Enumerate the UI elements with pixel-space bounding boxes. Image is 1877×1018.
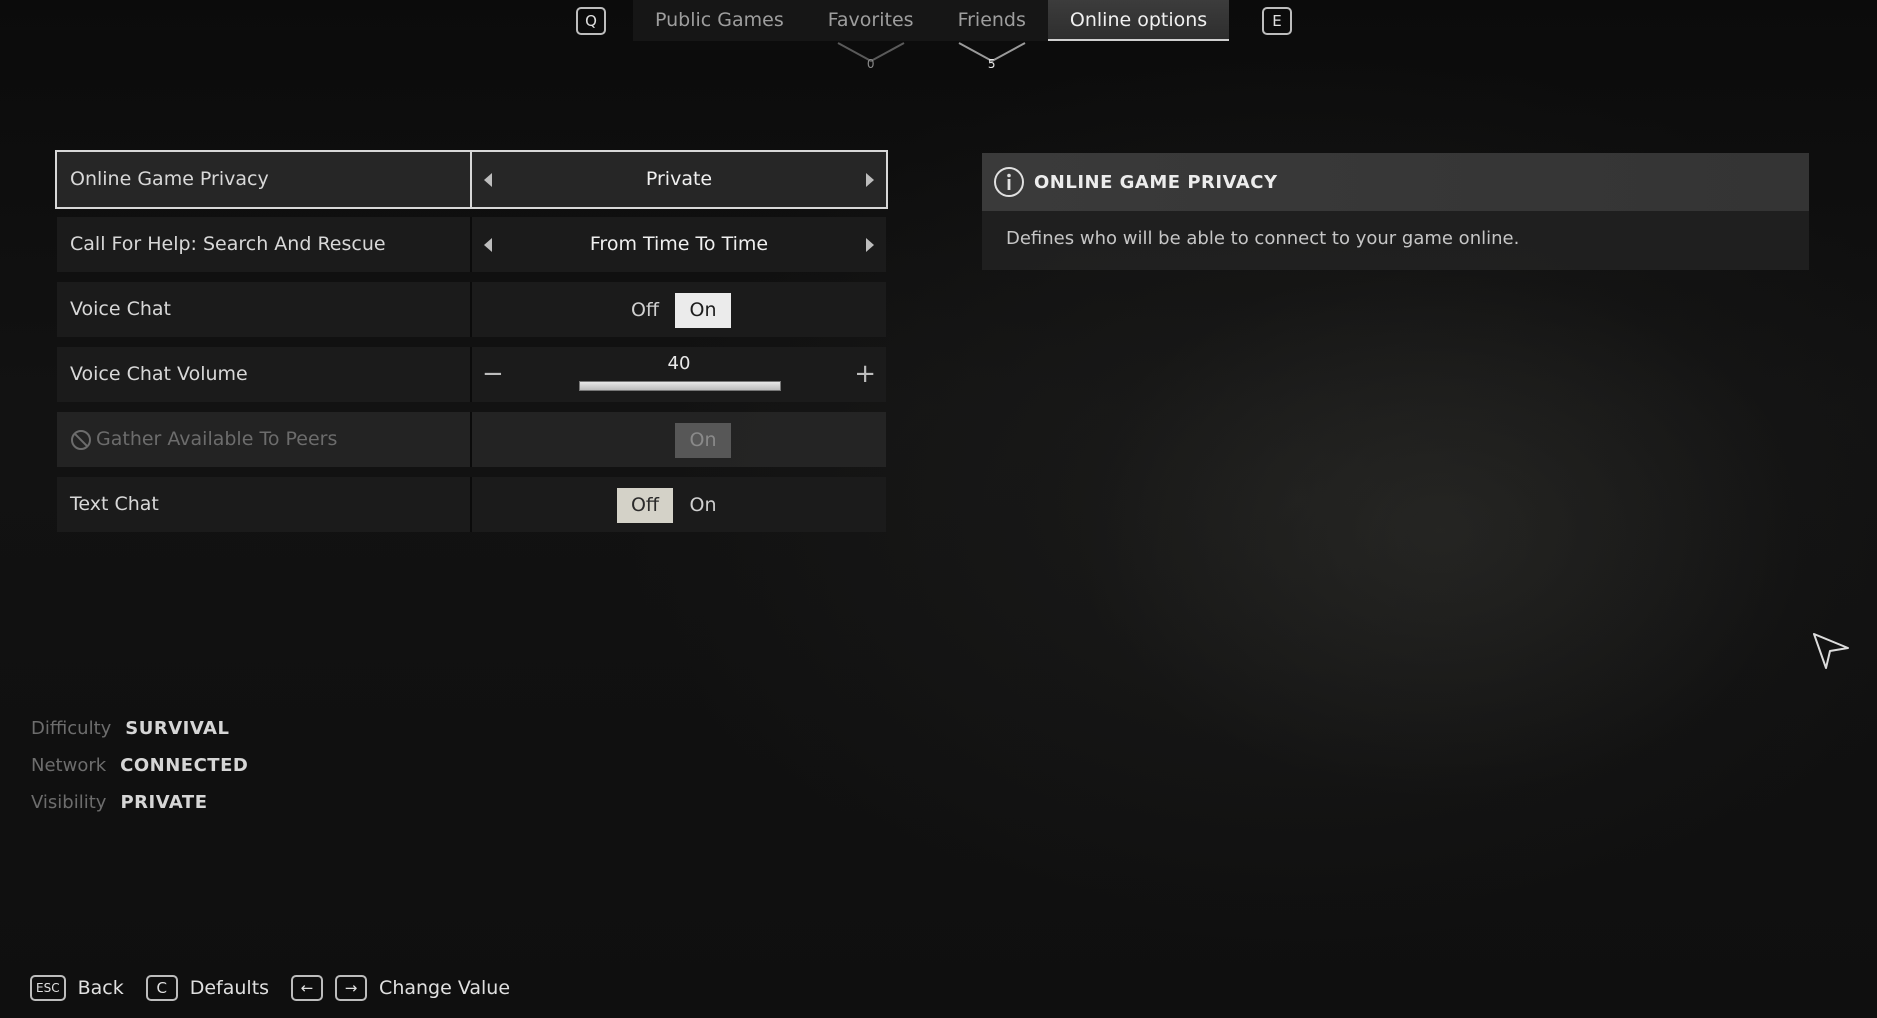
on-off-toggle[interactable]: Off On xyxy=(617,488,733,523)
volume-slider[interactable]: − 40 + xyxy=(472,347,886,402)
info-title: ONLINE GAME PRIVACY xyxy=(1034,171,1278,193)
blocked-icon xyxy=(71,429,91,450)
choice-value: From Time To Time xyxy=(589,233,769,255)
slider-track[interactable] xyxy=(579,381,781,391)
setting-label: Call For Help: Search And Rescue xyxy=(57,217,472,272)
status-visibility: Visibility PRIVATE xyxy=(31,792,248,829)
setting-label-wrap: Gather Available To Peers xyxy=(57,412,472,467)
toggle-control[interactable]: Off On xyxy=(472,282,886,337)
status-network: Network CONNECTED xyxy=(31,755,248,792)
tab-label: Friends xyxy=(957,9,1026,31)
status-key: Visibility xyxy=(31,792,107,813)
friends-count-badge: 5 xyxy=(957,41,1027,71)
favorites-count: 0 xyxy=(866,57,875,71)
back-hint[interactable]: Back xyxy=(78,977,124,999)
friends-count: 5 xyxy=(987,57,996,71)
setting-gather-available-to-peers: Gather Available To Peers On xyxy=(57,412,886,467)
choice-value: Private xyxy=(645,168,713,190)
tab-friends[interactable]: Friends 5 xyxy=(936,0,1048,71)
status-key: Difficulty xyxy=(31,718,112,739)
control-hints: ESC Back C Defaults ← → Change Value xyxy=(30,975,532,1001)
right-arrow-key-icon[interactable]: → xyxy=(335,975,368,1001)
slider-fill xyxy=(580,382,780,390)
status-value: CONNECTED xyxy=(120,755,249,776)
setting-label: Online Game Privacy xyxy=(57,152,472,207)
toggle-control: On xyxy=(472,412,886,467)
choice-selector[interactable]: Private xyxy=(472,152,886,207)
tab-public-games[interactable]: Public Games xyxy=(633,0,806,41)
tab-label: Public Games xyxy=(655,9,784,31)
favorites-count-badge: 0 xyxy=(836,41,906,71)
setting-voice-chat-volume[interactable]: Voice Chat Volume − 40 + xyxy=(57,347,886,402)
left-arrow-key-icon[interactable]: ← xyxy=(291,975,324,1001)
esc-key[interactable]: ESC xyxy=(30,975,66,1001)
info-icon xyxy=(994,167,1024,197)
tab-online-options[interactable]: Online options xyxy=(1047,0,1230,41)
info-description: Defines who will be able to connect to y… xyxy=(1006,228,1520,249)
toggle-off-option[interactable]: Off xyxy=(617,293,673,328)
on-off-toggle[interactable]: Off On xyxy=(617,293,733,328)
mouse-cursor-icon xyxy=(1813,633,1849,669)
next-tab-key-e[interactable]: E xyxy=(1262,7,1292,35)
setting-voice-chat[interactable]: Voice Chat Off On xyxy=(57,282,886,337)
on-off-toggle: On xyxy=(617,423,733,458)
toggle-control[interactable]: Off On xyxy=(472,477,886,532)
info-header: ONLINE GAME PRIVACY xyxy=(982,153,1809,211)
choice-selector[interactable]: From Time To Time xyxy=(472,217,886,272)
setting-label: Gather Available To Peers xyxy=(96,428,338,450)
info-panel: ONLINE GAME PRIVACY Defines who will be … xyxy=(982,153,1809,270)
slider-value: 40 xyxy=(667,353,691,374)
toggle-on-option: On xyxy=(675,423,731,458)
tab-label: Online options xyxy=(1069,9,1208,31)
status-difficulty: Difficulty SURVIVAL xyxy=(31,718,248,755)
defaults-hint[interactable]: Defaults xyxy=(190,977,269,999)
toggle-on-option[interactable]: On xyxy=(675,488,731,523)
plus-icon[interactable]: + xyxy=(854,347,876,402)
setting-label: Text Chat xyxy=(57,477,472,532)
setting-text-chat[interactable]: Text Chat Off On xyxy=(57,477,886,532)
tab-label: Favorites xyxy=(827,9,914,31)
status-key: Network xyxy=(31,755,107,776)
arrow-right-icon[interactable] xyxy=(866,172,874,187)
toggle-off-option[interactable]: Off xyxy=(617,488,673,523)
status-value: PRIVATE xyxy=(120,792,208,813)
toggle-on-option[interactable]: On xyxy=(675,293,731,328)
setting-online-game-privacy[interactable]: Online Game Privacy Private xyxy=(55,150,888,209)
online-options-screen: Q Public Games Favorites 0 Friends 5 Onl… xyxy=(0,0,1877,1018)
change-value-hint[interactable]: Change Value xyxy=(379,977,510,999)
c-key[interactable]: C xyxy=(145,975,178,1001)
arrow-right-icon[interactable] xyxy=(866,237,874,252)
setting-label: Voice Chat xyxy=(57,282,472,337)
status-value: SURVIVAL xyxy=(125,718,230,739)
setting-call-for-help[interactable]: Call For Help: Search And Rescue From Ti… xyxy=(57,217,886,272)
tab-favorites[interactable]: Favorites 0 xyxy=(806,0,936,71)
setting-label: Voice Chat Volume xyxy=(57,347,472,402)
tab-bar: Public Games Favorites 0 Friends 5 Onlin… xyxy=(633,0,1230,71)
prev-tab-key-q[interactable]: Q xyxy=(576,7,606,35)
session-status: Difficulty SURVIVAL Network CONNECTED Visi… xyxy=(31,718,248,829)
settings-list: Online Game Privacy Private Call For Hel… xyxy=(55,150,888,542)
